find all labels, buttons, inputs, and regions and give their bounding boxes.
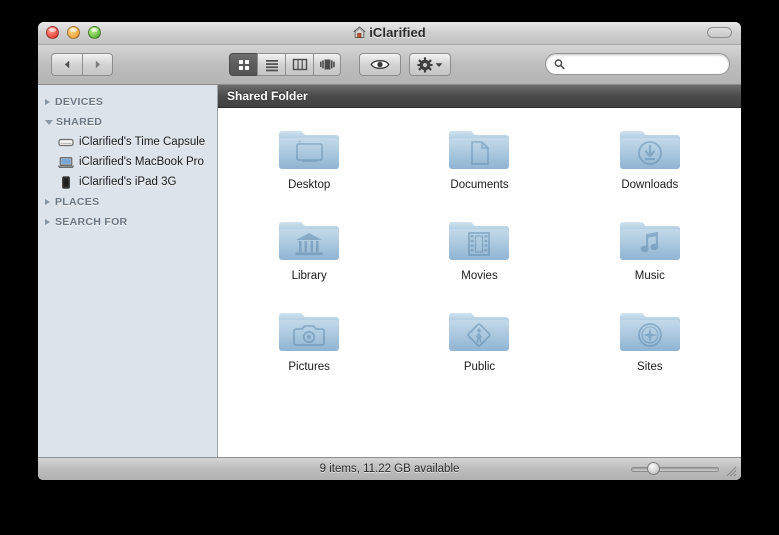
action-menu-button[interactable] — [409, 53, 451, 76]
sidebar-item-label: iClarified's MacBook Pro — [79, 156, 204, 168]
disclosure-triangle-icon[interactable] — [45, 99, 50, 105]
file-label: Documents — [450, 179, 508, 191]
columns-icon — [292, 58, 308, 71]
folder-movies-icon — [447, 213, 511, 265]
toolbar-toggle-button[interactable] — [707, 27, 732, 38]
sidebar-section-label: PLACES — [55, 196, 99, 208]
search-field[interactable] — [545, 53, 730, 75]
sidebar: DEVICES SHARED iClarified's Time Capsule — [38, 85, 218, 457]
sidebar-section-label: DEVICES — [55, 96, 103, 108]
resize-grip-icon[interactable] — [723, 463, 737, 477]
file-item-desktop[interactable]: Desktop — [224, 122, 394, 213]
sidebar-section-label: SHARED — [56, 116, 102, 128]
icon-view-button[interactable] — [229, 53, 257, 76]
window-title-text: iClarified — [369, 25, 426, 40]
file-item-music[interactable]: Music — [565, 213, 735, 304]
chevron-left-icon — [62, 59, 73, 70]
file-label: Pictures — [288, 361, 330, 373]
toolbar — [38, 45, 741, 85]
file-item-pictures[interactable]: Pictures — [224, 304, 394, 395]
search-input[interactable] — [569, 57, 721, 71]
sidebar-item-label: iClarified's Time Capsule — [79, 136, 205, 148]
folder-sites-icon — [618, 304, 682, 356]
window-title: iClarified — [38, 25, 741, 42]
sidebar-section-shared[interactable]: SHARED — [38, 112, 217, 132]
file-item-documents[interactable]: Documents — [394, 122, 564, 213]
list-icon — [264, 58, 280, 72]
file-item-library[interactable]: Library — [224, 213, 394, 304]
sidebar-item-ipad[interactable]: iClarified's iPad 3G — [38, 172, 217, 192]
file-label: Desktop — [288, 179, 330, 191]
folder-music-icon — [618, 213, 682, 265]
time-capsule-icon — [58, 136, 74, 149]
disclosure-triangle-icon[interactable] — [45, 199, 50, 205]
folder-documents-icon — [447, 122, 511, 174]
quick-look-button[interactable] — [359, 53, 401, 76]
file-label: Library — [292, 270, 327, 282]
sidebar-section-label: SEARCH FOR — [55, 216, 127, 228]
view-mode-buttons — [229, 53, 341, 76]
file-item-public[interactable]: Public — [394, 304, 564, 395]
file-label: Public — [464, 361, 495, 373]
back-button[interactable] — [51, 53, 82, 76]
finder-window: iClarified — [38, 22, 741, 480]
file-item-movies[interactable]: Movies — [394, 213, 564, 304]
disclosure-triangle-icon[interactable] — [45, 120, 53, 125]
sidebar-section-search-for[interactable]: SEARCH FOR — [38, 212, 217, 232]
gear-icon — [417, 57, 433, 73]
ipad-icon — [58, 176, 74, 189]
laptop-icon — [58, 156, 74, 169]
folder-library-icon — [277, 213, 341, 265]
file-label: Downloads — [621, 179, 678, 191]
status-bar: 9 items, 11.22 GB available — [38, 457, 741, 480]
eye-icon — [370, 58, 390, 71]
disclosure-triangle-icon[interactable] — [45, 219, 50, 225]
content-header-label: Shared Folder — [227, 89, 308, 103]
forward-button[interactable] — [82, 53, 113, 76]
column-view-button[interactable] — [285, 53, 313, 76]
content-area: Shared Folder — [218, 85, 741, 457]
file-label: Movies — [461, 270, 497, 282]
file-label: Sites — [637, 361, 663, 373]
slider-track[interactable] — [631, 467, 719, 472]
file-icon-grid: Desktop Documents — [218, 108, 741, 457]
icon-size-slider[interactable] — [631, 465, 719, 473]
folder-public-icon — [447, 304, 511, 356]
grid-icon — [236, 57, 251, 72]
sidebar-item-label: iClarified's iPad 3G — [79, 176, 176, 188]
sidebar-section-devices[interactable]: DEVICES — [38, 92, 217, 112]
list-view-button[interactable] — [257, 53, 285, 76]
title-bar[interactable]: iClarified — [38, 22, 741, 45]
coverflow-view-button[interactable] — [313, 53, 341, 76]
folder-downloads-icon — [618, 122, 682, 174]
home-icon — [353, 26, 366, 42]
sidebar-item-macbook-pro[interactable]: iClarified's MacBook Pro — [38, 152, 217, 172]
sidebar-item-time-capsule[interactable]: iClarified's Time Capsule — [38, 132, 217, 152]
slider-knob[interactable] — [647, 462, 660, 475]
search-icon — [554, 58, 565, 70]
coverflow-icon — [319, 58, 336, 71]
sidebar-section-places[interactable]: PLACES — [38, 192, 217, 212]
folder-desktop-icon — [277, 122, 341, 174]
chevron-down-icon — [435, 62, 443, 68]
content-header: Shared Folder — [218, 85, 741, 108]
chevron-right-icon — [92, 59, 103, 70]
navigation-buttons — [51, 53, 113, 76]
folder-pictures-icon — [277, 304, 341, 356]
file-label: Music — [635, 270, 665, 282]
status-text: 9 items, 11.22 GB available — [320, 463, 460, 475]
window-body: DEVICES SHARED iClarified's Time Capsule — [38, 85, 741, 457]
file-item-sites[interactable]: Sites — [565, 304, 735, 395]
file-item-downloads[interactable]: Downloads — [565, 122, 735, 213]
